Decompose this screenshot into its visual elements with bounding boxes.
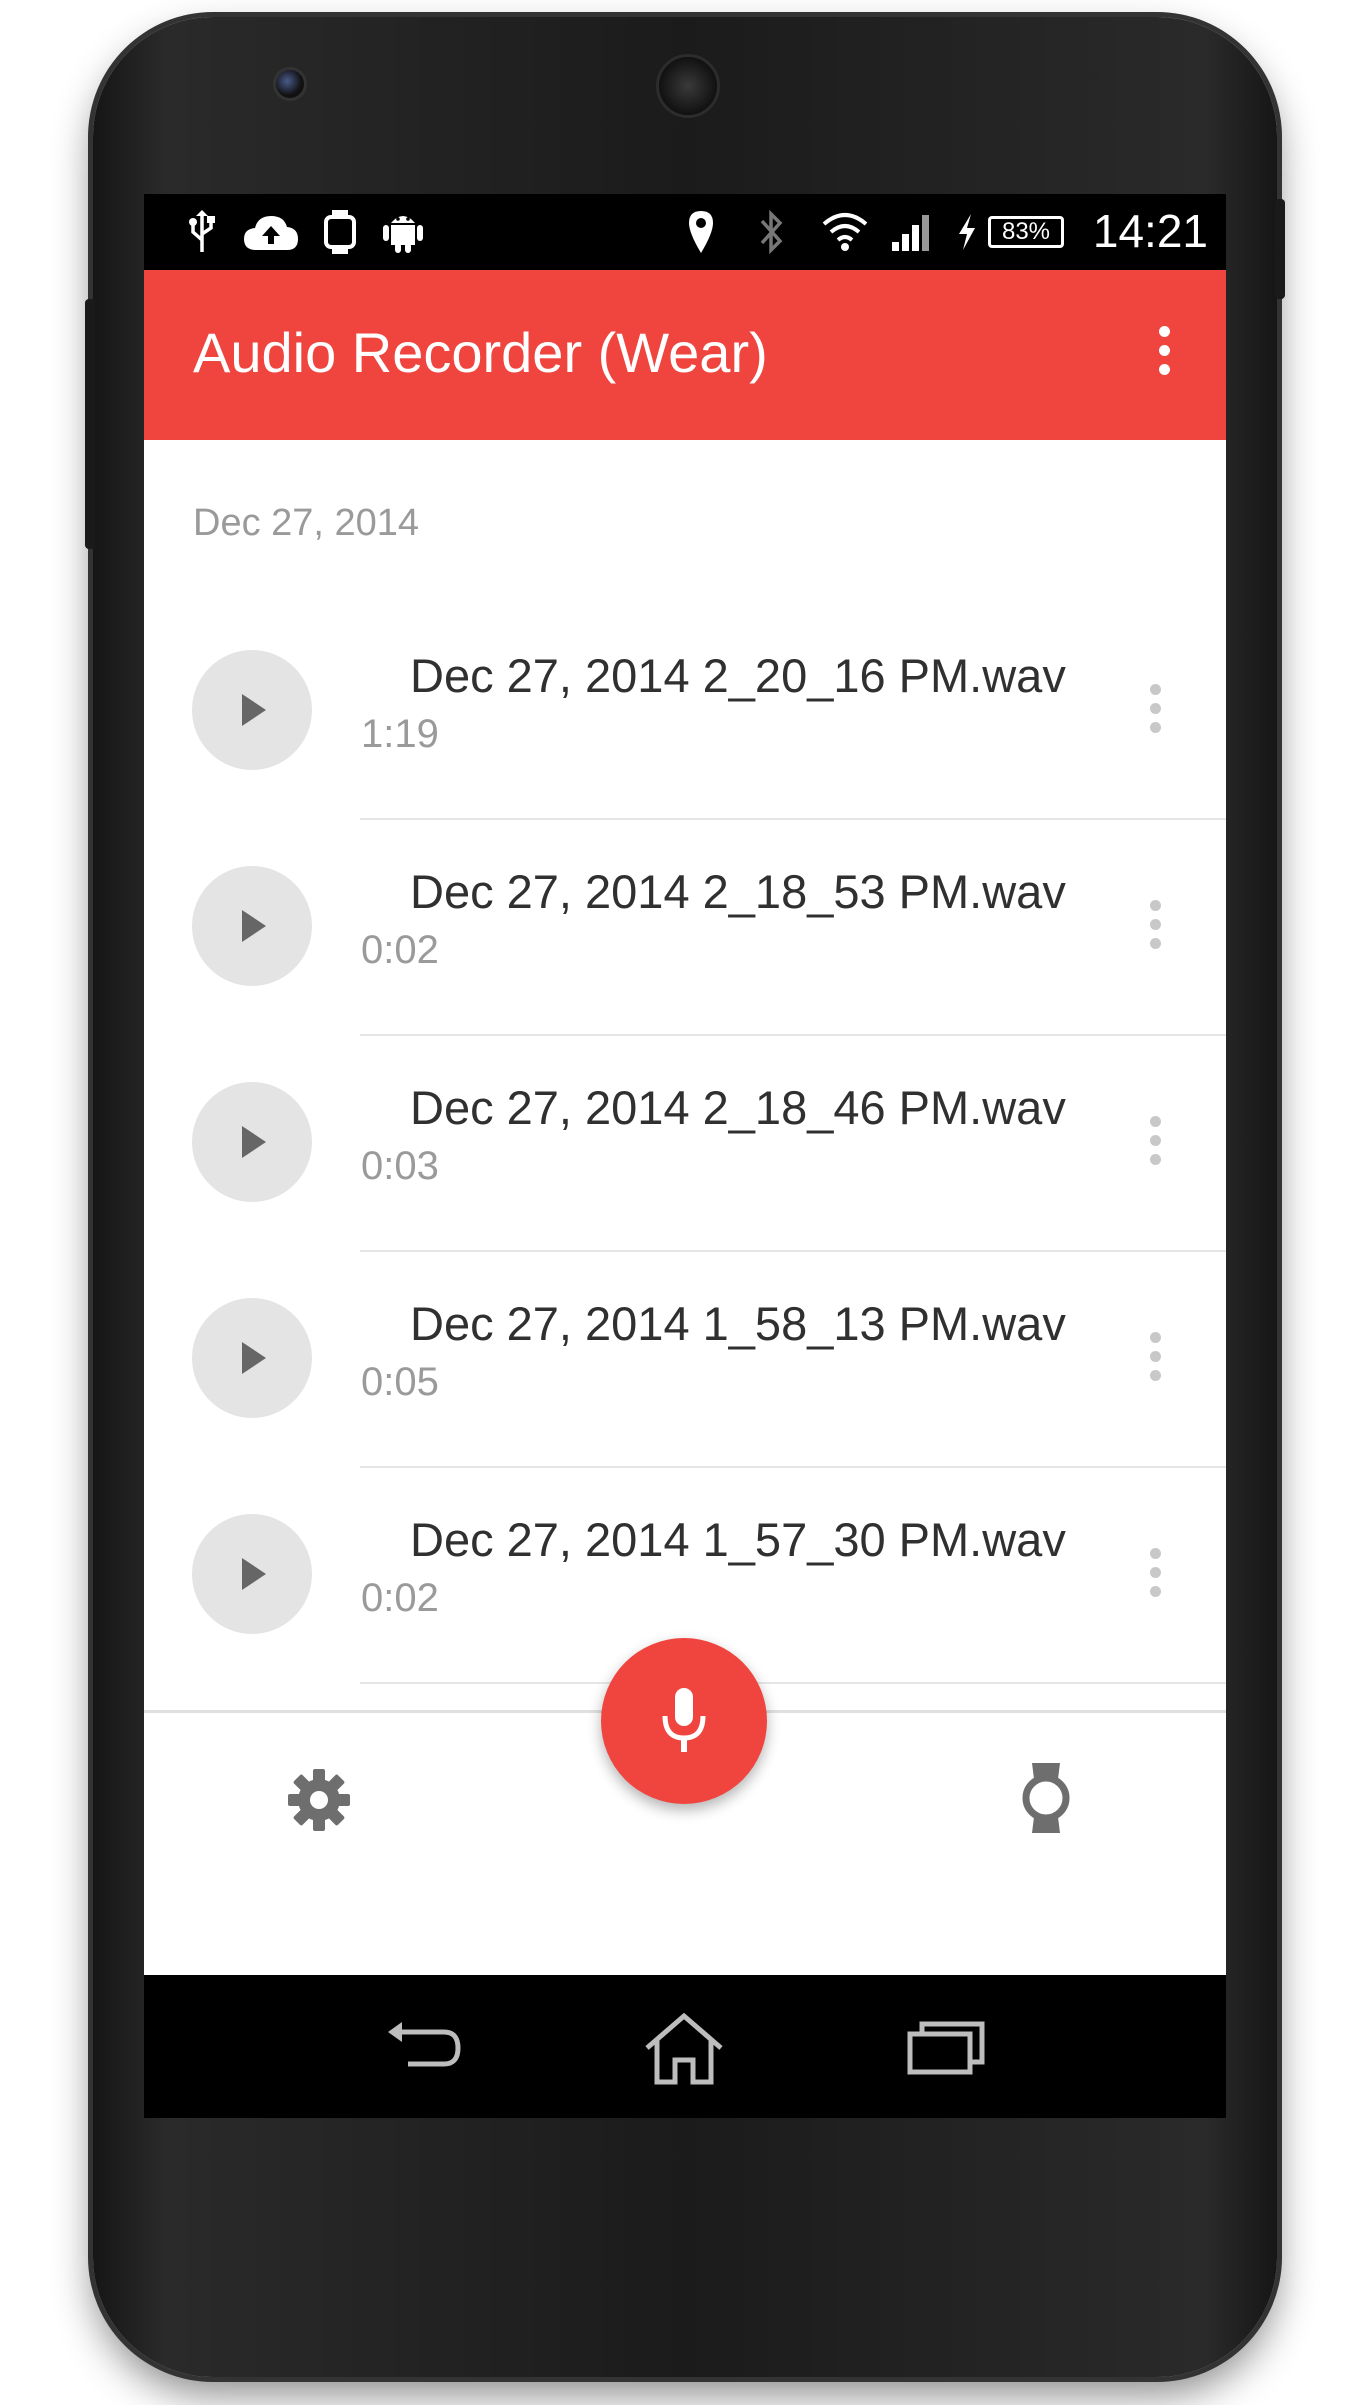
recording-name: Dec 27, 2014 2_20_16 PM.wav [410,649,1066,702]
volume-button [85,299,95,549]
play-button[interactable] [192,650,312,770]
play-button[interactable] [192,866,312,986]
settings-icon[interactable] [286,1767,352,1833]
recording-duration: 0:05 [361,1360,439,1404]
system-nav-bar [144,1975,1226,2118]
recording-name: Dec 27, 2014 1_57_30 PM.wav [410,1513,1066,1566]
list-item[interactable]: Dec 27, 2014 2_18_46 PM.wav 0:03 [144,1036,1226,1252]
wifi-icon [820,208,870,256]
play-icon [242,1126,266,1158]
screen: 83% 14:21 Audio Recorder (Wear) Dec 27, … [144,194,1226,2118]
play-button[interactable] [192,1298,312,1418]
watch-icon[interactable] [1018,1759,1074,1837]
microphone-icon [662,1688,706,1752]
play-icon [242,910,266,942]
status-time: 14:21 [1092,205,1208,257]
signal-icon [888,208,938,256]
more-vert-icon[interactable] [1147,684,1163,744]
battery-indicator: 83% [988,216,1064,248]
bluetooth-icon [754,208,788,256]
list-item[interactable]: Dec 27, 2014 2_18_53 PM.wav 0:02 [144,820,1226,1036]
play-icon [242,1558,266,1590]
play-button[interactable] [192,1514,312,1634]
play-icon [242,694,266,726]
record-button[interactable] [601,1638,767,1804]
recording-name: Dec 27, 2014 1_58_13 PM.wav [410,1297,1066,1350]
more-vert-icon[interactable] [1147,900,1163,960]
recording-name: Dec 27, 2014 2_18_46 PM.wav [410,1081,1066,1134]
back-icon[interactable] [374,2003,474,2093]
recording-duration: 0:02 [361,1576,439,1620]
power-button [1275,199,1285,299]
recording-duration: 1:19 [361,712,439,756]
location-icon [684,208,718,256]
list-item[interactable]: Dec 27, 2014 1_58_13 PM.wav 0:05 [144,1252,1226,1468]
more-vert-icon[interactable] [1154,326,1174,386]
app-title: Audio Recorder (Wear) [193,321,768,384]
status-bar: 83% 14:21 [144,194,1226,270]
front-camera [273,67,307,101]
recording-name: Dec 27, 2014 2_18_53 PM.wav [410,865,1066,918]
watch-icon [320,208,360,256]
play-icon [242,1342,266,1374]
divider [360,1682,1226,1684]
recents-icon[interactable] [896,2003,996,2093]
earpiece-speaker [656,54,720,118]
light-sensor [1090,73,1100,83]
proximity-sensor [1050,73,1066,89]
more-vert-icon[interactable] [1147,1116,1163,1176]
android-icon [380,208,426,256]
section-header-date: Dec 27, 2014 [193,502,420,544]
home-icon[interactable] [634,2003,734,2093]
more-vert-icon[interactable] [1147,1548,1163,1608]
recording-duration: 0:02 [361,928,439,972]
usb-icon [184,208,220,256]
charging-icon [952,208,982,256]
recording-duration: 0:03 [361,1144,439,1188]
list-item[interactable]: Dec 27, 2014 2_20_16 PM.wav 1:19 [144,604,1226,820]
app-bar: Audio Recorder (Wear) [144,270,1226,440]
play-button[interactable] [192,1082,312,1202]
cloud-upload-icon [240,208,302,256]
more-vert-icon[interactable] [1147,1332,1163,1392]
